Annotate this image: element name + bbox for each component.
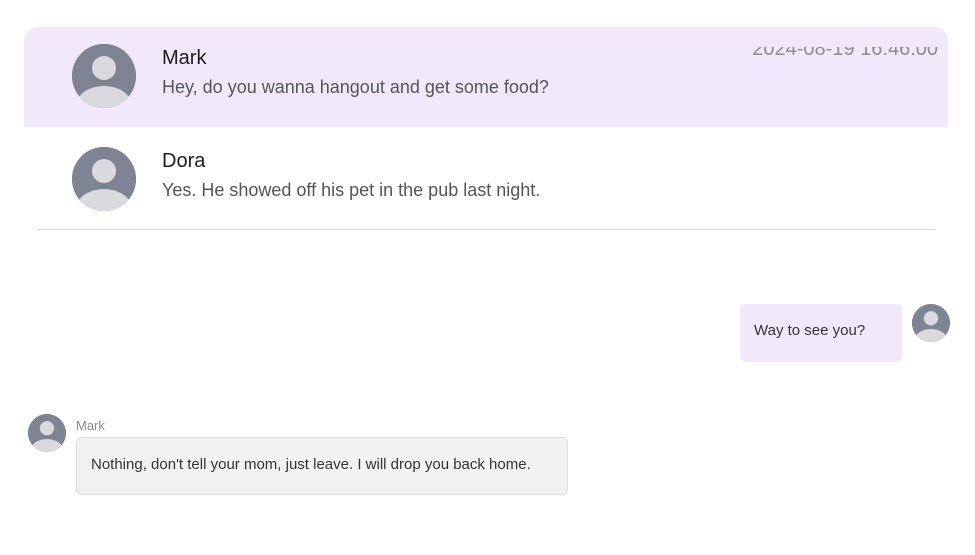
avatar-icon: [912, 304, 950, 342]
conversation-timestamp-text: 2024-08-19 16:46:00: [752, 47, 938, 59]
divider: [37, 229, 935, 230]
conversation-timestamp: 2024-08-19 16:46:00: [752, 47, 938, 59]
conversation-item-mark[interactable]: Mark Hey, do you wanna hangout and get s…: [24, 27, 948, 127]
incoming-message-text: Nothing, don't tell your mom, just leave…: [91, 456, 531, 473]
incoming-message-bubble: Nothing, don't tell your mom, just leave…: [76, 437, 568, 495]
outgoing-message-text: Way to see you?: [754, 322, 866, 339]
conversation-item-dora[interactable]: Dora Yes. He showed off his pet in the p…: [24, 130, 948, 230]
conversation-name: Dora: [162, 150, 206, 172]
conversation-preview: Yes. He showed off his pet in the pub la…: [162, 180, 541, 200]
avatar-icon: [72, 147, 136, 211]
conversation-name: Mark: [162, 47, 207, 69]
avatar-icon: [72, 44, 136, 108]
conversation-preview: Hey, do you wanna hangout and get some f…: [162, 77, 549, 97]
outgoing-message-bubble: Way to see you?: [740, 304, 902, 362]
message-sender-name: Mark: [76, 418, 105, 433]
avatar-icon: [28, 414, 66, 452]
